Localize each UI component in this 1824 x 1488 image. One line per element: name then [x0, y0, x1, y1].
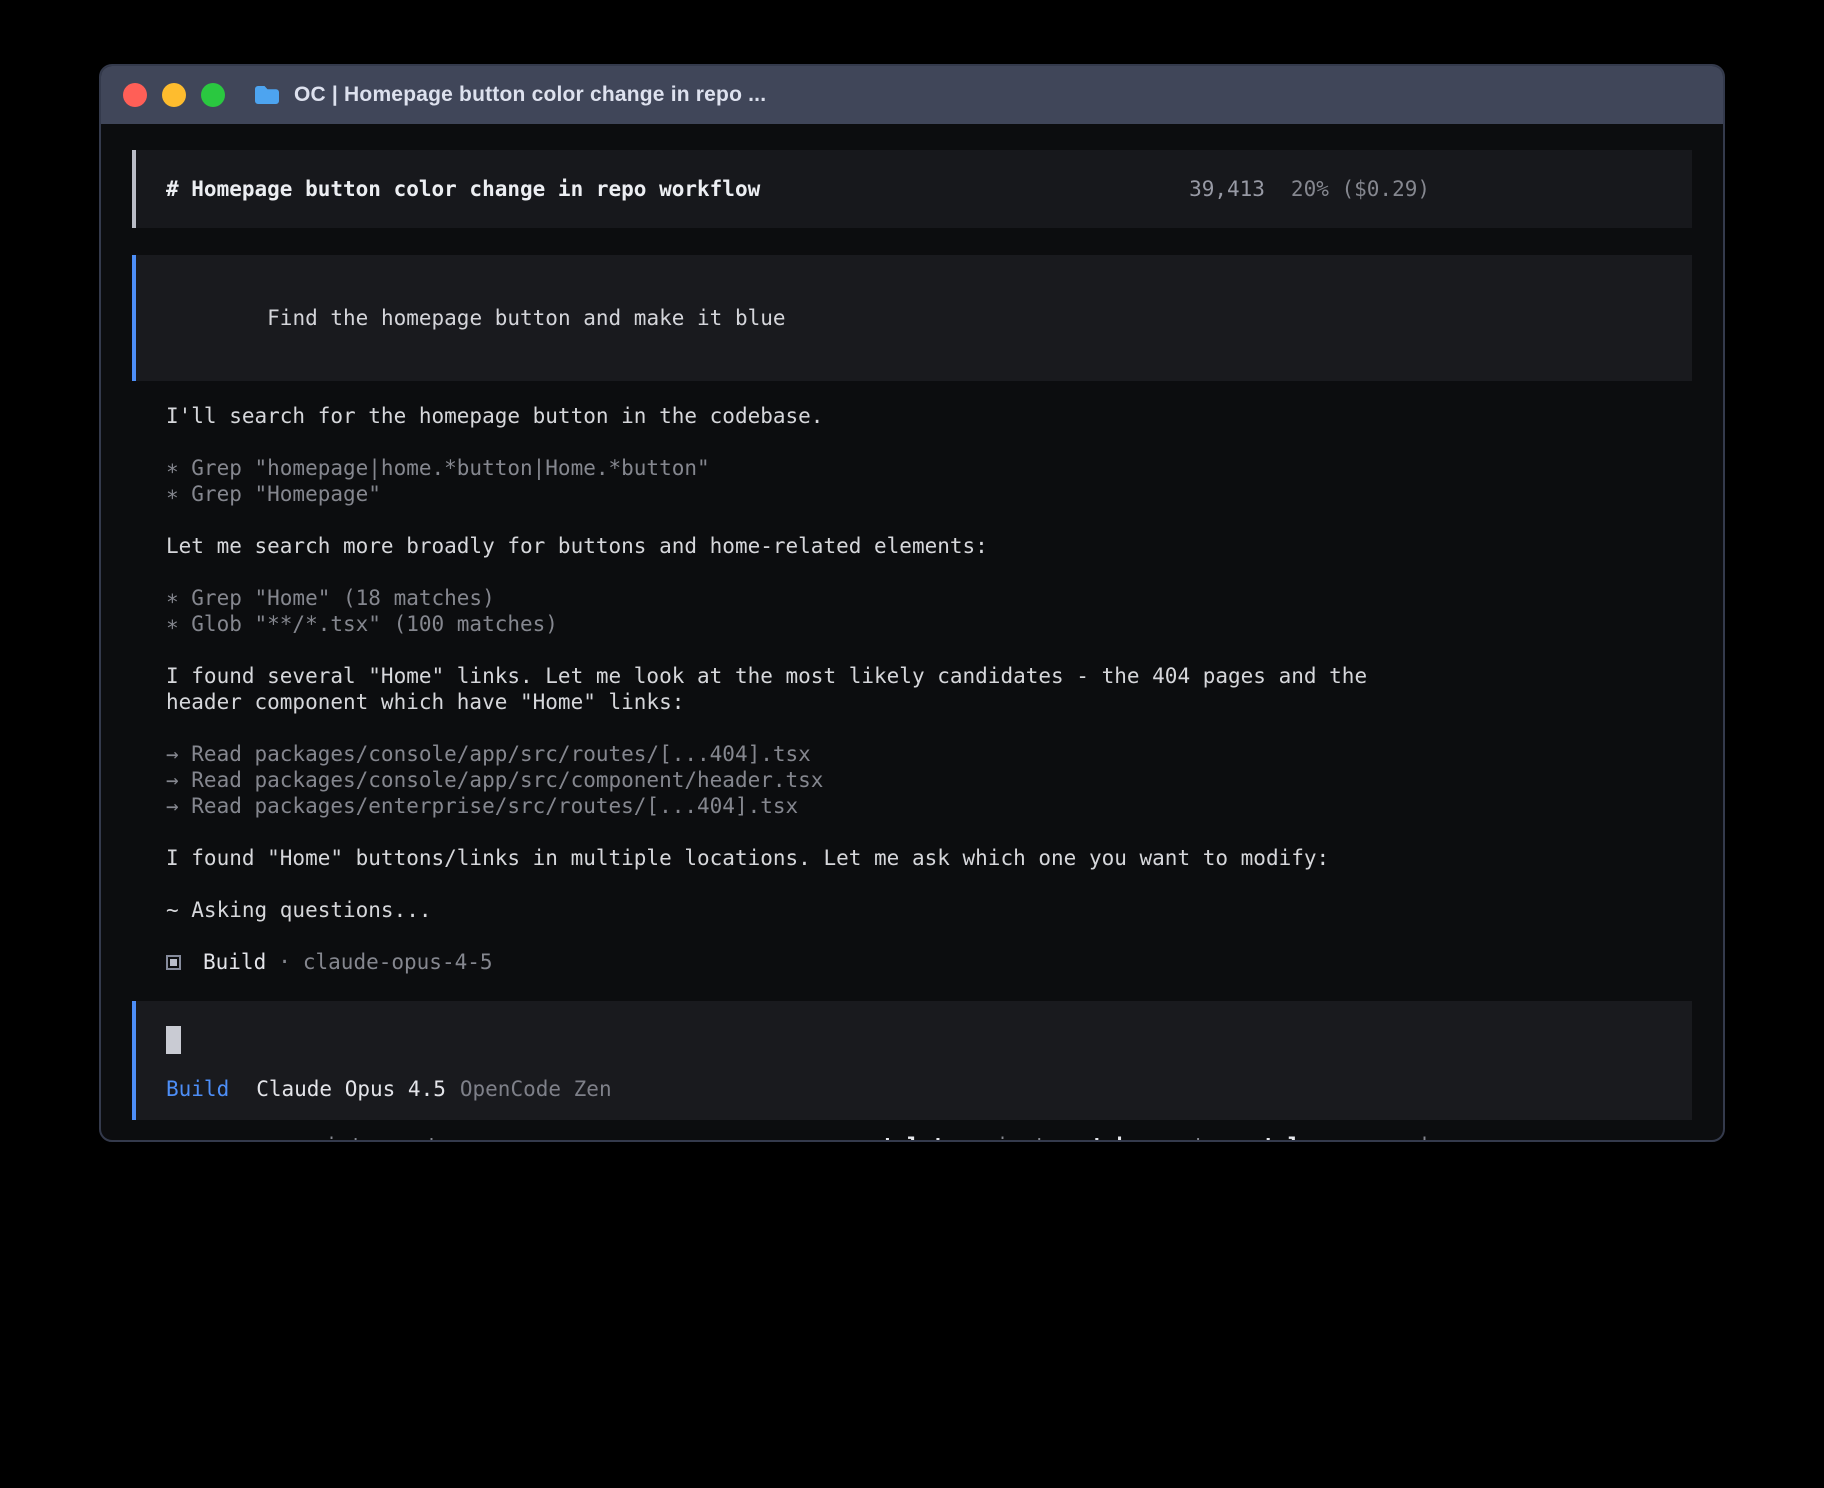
tab-key: tab [1091, 1133, 1129, 1142]
assistant-text: I found several "Home" links. Let me loo… [166, 663, 1692, 689]
status-asking-questions: ~ Asking questions... [166, 897, 1692, 923]
shortcut-agents: tab agents [1091, 1133, 1218, 1142]
usage-cost: 20% ($0.29) [1291, 176, 1430, 202]
task-square-icon [166, 955, 181, 970]
tool-call-grep: ∗ Grep "homepage|home.*button|Home.*butt… [166, 455, 1692, 481]
user-message-text: Find the homepage button and make it blu… [267, 306, 785, 330]
commands-label: commands [1339, 1133, 1440, 1142]
shortcut-variants: ctrl+t variants [869, 1133, 1059, 1142]
session-title: # Homepage button color change in repo w… [166, 176, 760, 202]
assistant-text: Let me search more broadly for buttons a… [166, 533, 1692, 559]
task-agent-name: Build [203, 949, 266, 975]
ctrl-p-key: ctrl+p [1250, 1133, 1326, 1142]
agents-label: agents [1142, 1133, 1218, 1142]
session-header: # Homepage button color change in repo w… [132, 150, 1692, 228]
footer-shortcuts: ctrl+t variants tab agents ctrl+p comman… [869, 1133, 1692, 1142]
tool-call-group: ∗ Grep "homepage|home.*button|Home.*butt… [166, 455, 1692, 507]
agent-mode-label: Build [166, 1076, 229, 1102]
assistant-text: I'll search for the homepage button in t… [166, 403, 1692, 429]
zoom-button[interactable] [201, 83, 225, 107]
tool-call-read: → Read packages/enterprise/src/routes/[.… [166, 793, 1692, 819]
input-status-row: Build Claude Opus 4.5 OpenCode Zen [166, 1076, 1662, 1102]
esc-key: esc [274, 1133, 312, 1142]
tool-call-group: ∗ Grep "Home" (18 matches) ∗ Glob "**/*.… [166, 585, 1692, 637]
shortcut-commands: ctrl+p commands [1250, 1133, 1440, 1142]
terminal-content: # Homepage button color change in repo w… [101, 124, 1723, 1142]
token-count: 39,413 [1189, 176, 1265, 202]
folder-icon [253, 84, 281, 106]
tool-call-read: → Read packages/console/app/src/routes/[… [166, 741, 1692, 767]
assistant-text: I found "Home" buttons/links in multiple… [166, 845, 1692, 871]
status-footer: esc interrupt ctrl+t variants tab agents… [132, 1133, 1692, 1142]
provider-label: OpenCode Zen [460, 1076, 612, 1102]
window-title: OC | Homepage button color change in rep… [294, 83, 766, 107]
assistant-text: header component which have "Home" links… [166, 689, 1692, 715]
task-separator: · [278, 949, 291, 975]
session-stats: 39,413 20% ($0.29) [1189, 176, 1430, 202]
text-cursor [166, 1026, 181, 1054]
model-label: Claude Opus 4.5 [256, 1076, 446, 1102]
variants-label: variants [958, 1133, 1059, 1142]
terminal-window: OC | Homepage button color change in rep… [99, 64, 1725, 1142]
task-model-name: claude-opus-4-5 [303, 949, 493, 975]
esc-label: interrupt [325, 1133, 439, 1142]
tool-call-glob: ∗ Glob "**/*.tsx" (100 matches) [166, 611, 1692, 637]
tool-call-grep: ∗ Grep "Homepage" [166, 481, 1692, 507]
window-titlebar: OC | Homepage button color change in rep… [101, 66, 1723, 124]
ctrl-t-key: ctrl+t [869, 1133, 945, 1142]
minimize-button[interactable] [162, 83, 186, 107]
user-message: Find the homepage button and make it blu… [132, 255, 1692, 381]
tool-call-grep: ∗ Grep "Home" (18 matches) [166, 585, 1692, 611]
traffic-lights [123, 83, 225, 107]
status-line-group: ~ Asking questions... [166, 897, 1692, 923]
prompt-input[interactable]: Build Claude Opus 4.5 OpenCode Zen [132, 1001, 1692, 1120]
assistant-paragraph: I'll search for the homepage button in t… [166, 403, 1692, 429]
shortcut-interrupt: esc interrupt [274, 1133, 439, 1142]
assistant-paragraph: I found several "Home" links. Let me loo… [166, 663, 1692, 715]
desktop-background: OC | Homepage button color change in rep… [0, 0, 1824, 1488]
assistant-transcript: I'll search for the homepage button in t… [132, 403, 1692, 1001]
agent-task-row: Build · claude-opus-4-5 [166, 949, 1692, 975]
tool-call-read: → Read packages/console/app/src/componen… [166, 767, 1692, 793]
assistant-paragraph: I found "Home" buttons/links in multiple… [166, 845, 1692, 871]
tool-call-group: → Read packages/console/app/src/routes/[… [166, 741, 1692, 819]
assistant-paragraph: Let me search more broadly for buttons a… [166, 533, 1692, 559]
close-button[interactable] [123, 83, 147, 107]
